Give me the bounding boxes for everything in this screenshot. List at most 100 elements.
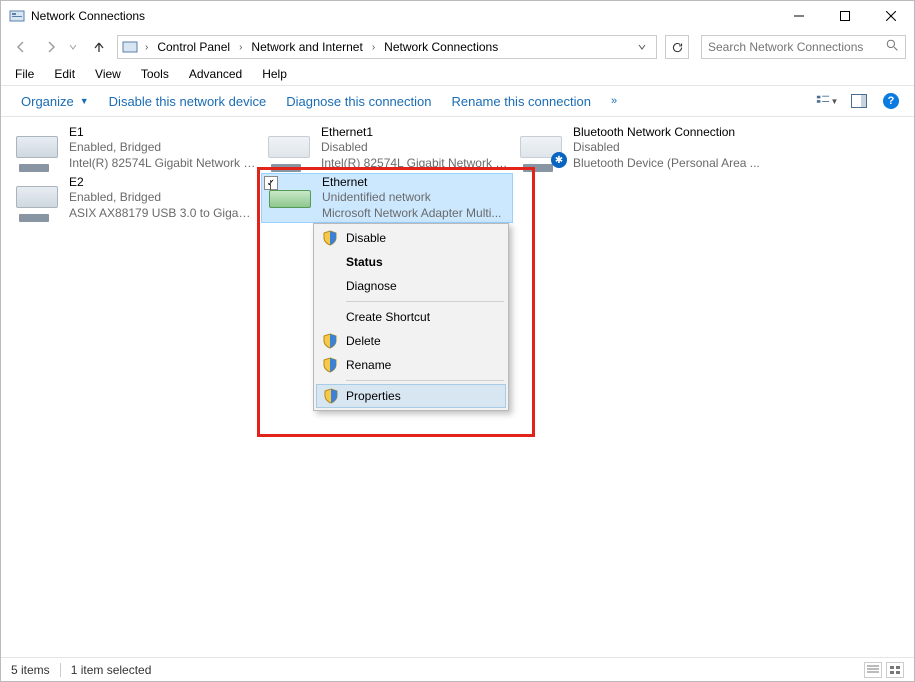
connection-bluetooth[interactable]: ✱ Bluetooth Network Connection Disabled … bbox=[513, 123, 765, 173]
ctx-label: Delete bbox=[346, 334, 381, 348]
connection-device: Intel(R) 82574L Gigabit Network C... bbox=[69, 156, 257, 172]
ctx-label: Rename bbox=[346, 358, 391, 372]
connection-device: Bluetooth Device (Personal Area ... bbox=[573, 156, 760, 172]
chevron-right-icon[interactable]: › bbox=[235, 42, 246, 53]
menu-help[interactable]: Help bbox=[252, 65, 297, 83]
crumb-network-connections[interactable]: Network Connections bbox=[380, 38, 502, 56]
window-buttons bbox=[776, 1, 914, 31]
connection-ethernet1[interactable]: Ethernet1 Disabled Intel(R) 82574L Gigab… bbox=[261, 123, 513, 173]
ctx-label: Create Shortcut bbox=[346, 310, 430, 324]
disable-device-button[interactable]: Disable this network device bbox=[99, 90, 277, 113]
connection-device: Microsoft Network Adapter Multi... bbox=[322, 206, 501, 222]
ctx-properties[interactable]: Properties bbox=[316, 384, 506, 408]
menu-view[interactable]: View bbox=[85, 65, 131, 83]
ctx-separator bbox=[346, 301, 504, 302]
up-button[interactable] bbox=[87, 35, 111, 59]
connection-device: ASIX AX88179 USB 3.0 to Gigabit E... bbox=[69, 206, 257, 222]
navigation-row: › Control Panel › Network and Internet ›… bbox=[1, 31, 914, 63]
multiplexor-adapter-icon bbox=[266, 180, 314, 216]
connection-e2[interactable]: E2 Enabled, Bridged ASIX AX88179 USB 3.0… bbox=[9, 173, 261, 223]
ctx-separator bbox=[346, 380, 504, 381]
menubar: File Edit View Tools Advanced Help bbox=[1, 63, 914, 85]
context-menu: Disable Status Diagnose Create Shortcut … bbox=[313, 223, 509, 411]
breadcrumb-dropdown[interactable] bbox=[632, 40, 652, 54]
crumb-network-internet[interactable]: Network and Internet bbox=[247, 38, 366, 56]
ctx-label: Properties bbox=[346, 389, 401, 403]
ctx-delete[interactable]: Delete bbox=[316, 329, 506, 353]
help-button[interactable]: ? bbox=[878, 89, 904, 113]
back-button[interactable] bbox=[9, 35, 33, 59]
menu-edit[interactable]: Edit bbox=[44, 65, 85, 83]
maximize-button[interactable] bbox=[822, 1, 868, 31]
minimize-button[interactable] bbox=[776, 1, 822, 31]
close-button[interactable] bbox=[868, 1, 914, 31]
connection-name: Bluetooth Network Connection bbox=[573, 125, 760, 141]
shield-icon bbox=[322, 357, 338, 373]
titlebar: Network Connections bbox=[1, 1, 914, 31]
connections-grid: E1 Enabled, Bridged Intel(R) 82574L Giga… bbox=[9, 123, 906, 223]
search-box[interactable] bbox=[701, 35, 906, 59]
ctx-label: Disable bbox=[346, 231, 386, 245]
network-adapter-disabled-icon bbox=[265, 130, 313, 166]
recent-locations-dropdown[interactable] bbox=[69, 40, 81, 54]
view-options-button[interactable]: ▼ bbox=[814, 89, 840, 113]
organize-label: Organize bbox=[21, 94, 74, 109]
ctx-disable[interactable]: Disable bbox=[316, 226, 506, 250]
content-area: E1 Enabled, Bridged Intel(R) 82574L Giga… bbox=[1, 117, 914, 657]
connection-ethernet[interactable]: ✓ Ethernet Unidentified network Microsof… bbox=[261, 173, 513, 223]
connection-device: Intel(R) 82574L Gigabit Network C... bbox=[321, 156, 509, 172]
ctx-rename[interactable]: Rename bbox=[316, 353, 506, 377]
caret-down-icon: ▼ bbox=[80, 96, 89, 106]
connection-name: E1 bbox=[69, 125, 257, 141]
chevron-right-icon[interactable]: › bbox=[368, 42, 379, 53]
preview-pane-button[interactable] bbox=[846, 89, 872, 113]
shield-icon bbox=[322, 230, 338, 246]
help-icon: ? bbox=[883, 93, 899, 109]
bluetooth-adapter-icon: ✱ bbox=[517, 130, 565, 166]
window-icon bbox=[9, 8, 25, 24]
toolbar: Organize ▼ Disable this network device Di… bbox=[1, 85, 914, 117]
details-view-button[interactable] bbox=[864, 662, 882, 678]
toolbar-overflow-button[interactable]: » bbox=[601, 95, 627, 107]
breadcrumb-icon bbox=[122, 39, 138, 55]
menu-file[interactable]: File bbox=[5, 65, 44, 83]
ctx-create-shortcut[interactable]: Create Shortcut bbox=[316, 305, 506, 329]
breadcrumb[interactable]: › Control Panel › Network and Internet ›… bbox=[117, 35, 657, 59]
connection-name: Ethernet bbox=[322, 175, 501, 191]
connection-status: Disabled bbox=[573, 140, 760, 156]
window-title: Network Connections bbox=[31, 9, 776, 23]
refresh-button[interactable] bbox=[665, 35, 689, 59]
shield-icon bbox=[323, 388, 339, 404]
connection-name: Ethernet1 bbox=[321, 125, 509, 141]
connection-status: Disabled bbox=[321, 140, 509, 156]
ctx-diagnose[interactable]: Diagnose bbox=[316, 274, 506, 298]
ctx-status[interactable]: Status bbox=[316, 250, 506, 274]
connection-name: E2 bbox=[69, 175, 257, 191]
connection-status: Unidentified network bbox=[322, 190, 501, 206]
search-icon[interactable] bbox=[886, 39, 899, 55]
chevron-right-icon[interactable]: › bbox=[141, 42, 152, 53]
network-adapter-icon bbox=[13, 180, 61, 216]
ctx-label: Diagnose bbox=[346, 279, 397, 293]
menu-advanced[interactable]: Advanced bbox=[179, 65, 252, 83]
status-item-count: 5 items bbox=[11, 663, 50, 677]
organize-button[interactable]: Organize ▼ bbox=[11, 90, 99, 113]
status-selected-count: 1 item selected bbox=[71, 663, 152, 677]
connection-status: Enabled, Bridged bbox=[69, 140, 257, 156]
bluetooth-icon: ✱ bbox=[551, 152, 567, 168]
ctx-label: Status bbox=[346, 255, 383, 269]
shield-icon bbox=[322, 333, 338, 349]
diagnose-connection-button[interactable]: Diagnose this connection bbox=[276, 90, 441, 113]
rename-connection-button[interactable]: Rename this connection bbox=[441, 90, 600, 113]
menu-tools[interactable]: Tools bbox=[131, 65, 179, 83]
large-icons-view-button[interactable] bbox=[886, 662, 904, 678]
connection-status: Enabled, Bridged bbox=[69, 190, 257, 206]
caret-down-icon: ▼ bbox=[831, 97, 839, 106]
search-input[interactable] bbox=[708, 40, 886, 54]
statusbar: 5 items 1 item selected bbox=[1, 657, 914, 681]
status-separator bbox=[60, 663, 61, 677]
crumb-control-panel[interactable]: Control Panel bbox=[153, 38, 234, 56]
network-adapter-icon bbox=[13, 130, 61, 166]
forward-button[interactable] bbox=[39, 35, 63, 59]
connection-e1[interactable]: E1 Enabled, Bridged Intel(R) 82574L Giga… bbox=[9, 123, 261, 173]
